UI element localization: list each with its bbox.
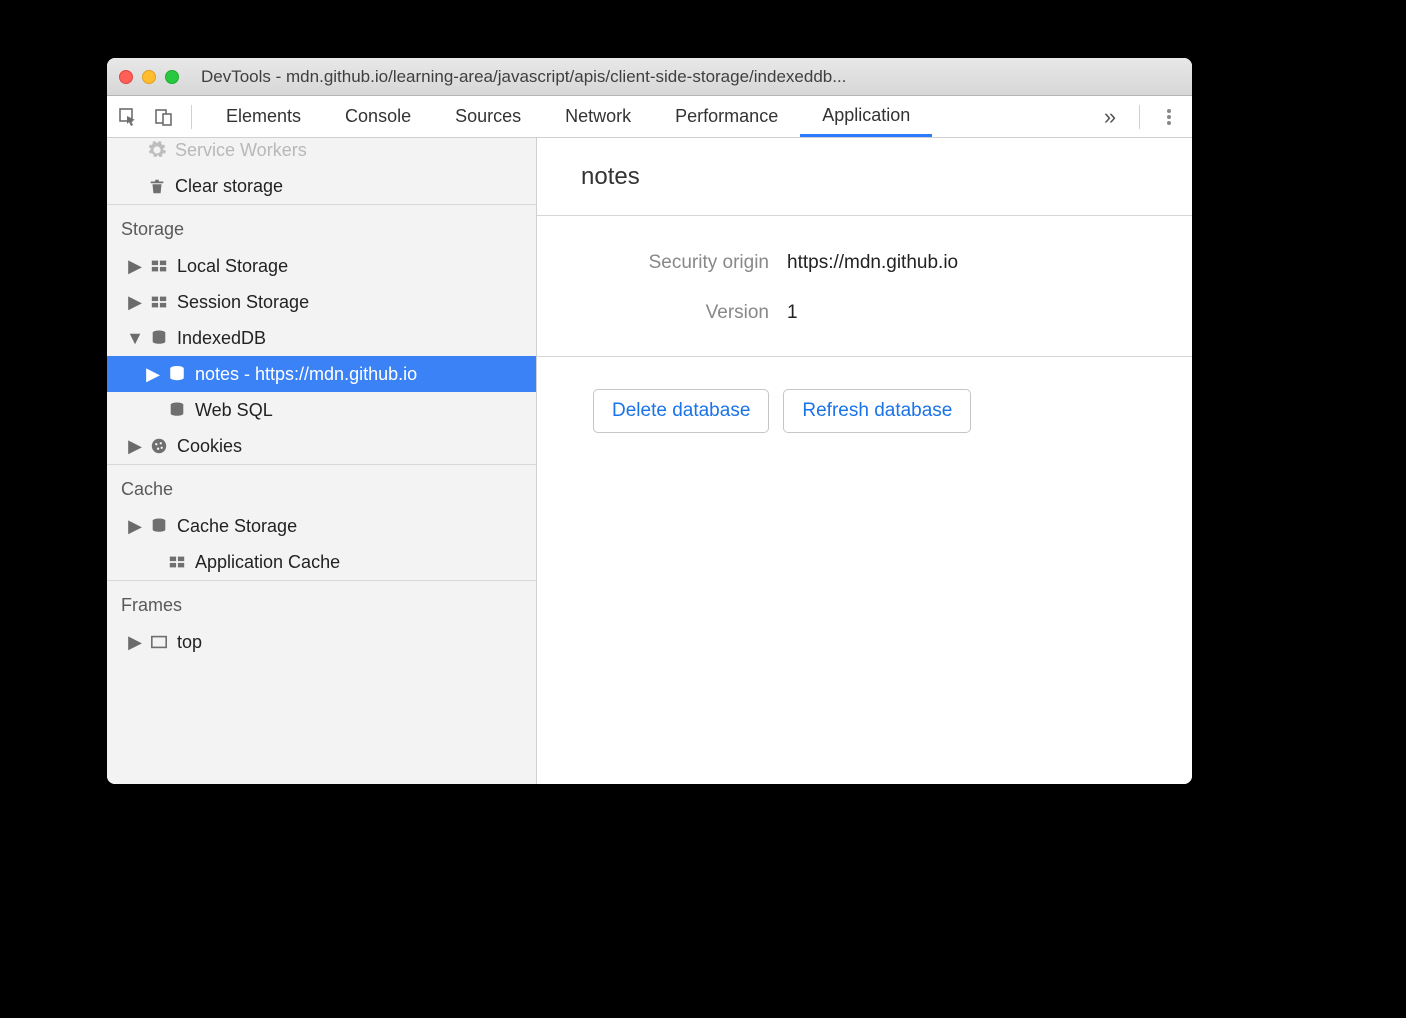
database-actions: Delete database Refresh database xyxy=(537,357,1192,433)
frame-icon xyxy=(149,632,169,652)
sidebar-item-indexeddb-notes[interactable]: ▶ notes - https://mdn.github.io xyxy=(107,356,536,392)
sidebar-item-local-storage[interactable]: ▶ Local Storage xyxy=(107,248,536,284)
window-controls xyxy=(119,70,179,84)
device-toggle-icon[interactable] xyxy=(149,102,179,132)
application-sidebar: Service Workers Clear storage Storage ▶ … xyxy=(107,138,537,784)
tab-application[interactable]: Application xyxy=(800,96,932,137)
chevron-right-icon: ▶ xyxy=(147,364,159,385)
tab-elements[interactable]: Elements xyxy=(204,96,323,137)
delete-database-button[interactable]: Delete database xyxy=(593,389,769,433)
toolbar-separator xyxy=(1139,105,1140,129)
panel-body: Service Workers Clear storage Storage ▶ … xyxy=(107,138,1192,784)
trash-icon xyxy=(147,176,167,196)
tabs-overflow-icon[interactable]: » xyxy=(1093,104,1127,130)
sidebar-item-clear-storage[interactable]: Clear storage xyxy=(107,168,536,204)
zoom-icon[interactable] xyxy=(165,70,179,84)
sidebar-item-label: Web SQL xyxy=(195,400,273,421)
refresh-database-button[interactable]: Refresh database xyxy=(783,389,971,433)
chevron-down-icon: ▼ xyxy=(129,328,141,349)
menu-icon[interactable] xyxy=(1152,107,1186,127)
sidebar-item-application-cache[interactable]: Application Cache xyxy=(107,544,536,580)
sidebar-section-frames: Frames xyxy=(107,580,536,624)
kv-value: https://mdn.github.io xyxy=(787,252,958,274)
sidebar-item-label: notes - https://mdn.github.io xyxy=(195,364,417,385)
chevron-right-icon: ▶ xyxy=(129,256,141,277)
database-icon xyxy=(149,516,169,536)
cookie-icon xyxy=(149,436,169,456)
sidebar-section-cache: Cache xyxy=(107,464,536,508)
tab-console[interactable]: Console xyxy=(323,96,433,137)
grid-icon xyxy=(167,552,187,572)
sidebar-item-indexeddb[interactable]: ▼ IndexedDB xyxy=(107,320,536,356)
sidebar-item-label: Cookies xyxy=(177,436,242,457)
sidebar-item-service-workers[interactable]: Service Workers xyxy=(107,138,536,168)
database-title: notes xyxy=(537,138,1192,216)
close-icon[interactable] xyxy=(119,70,133,84)
inspect-icon[interactable] xyxy=(113,102,143,132)
panel-tabs: Elements Console Sources Network Perform… xyxy=(204,96,1087,137)
sidebar-item-websql[interactable]: Web SQL xyxy=(107,392,536,428)
window-title: DevTools - mdn.github.io/learning-area/j… xyxy=(201,67,1180,87)
chevron-right-icon: ▶ xyxy=(129,436,141,457)
kv-row-security-origin: Security origin https://mdn.github.io xyxy=(577,252,1152,274)
kv-key: Version xyxy=(577,302,787,324)
devtools-window: DevTools - mdn.github.io/learning-area/j… xyxy=(107,58,1192,784)
sidebar-section-storage: Storage xyxy=(107,204,536,248)
sidebar-item-label: Clear storage xyxy=(175,176,283,197)
database-icon xyxy=(167,364,187,384)
kv-row-version: Version 1 xyxy=(577,302,1152,324)
chevron-right-icon: ▶ xyxy=(129,632,141,653)
main-content: notes Security origin https://mdn.github… xyxy=(537,138,1192,784)
tab-network[interactable]: Network xyxy=(543,96,653,137)
sidebar-item-label: top xyxy=(177,632,202,653)
sidebar-item-cache-storage[interactable]: ▶ Cache Storage xyxy=(107,508,536,544)
sidebar-item-label: Cache Storage xyxy=(177,516,297,537)
chevron-right-icon: ▶ xyxy=(129,516,141,537)
grid-icon xyxy=(149,292,169,312)
grid-icon xyxy=(149,256,169,276)
database-icon xyxy=(149,328,169,348)
kv-key: Security origin xyxy=(577,252,787,274)
tab-performance[interactable]: Performance xyxy=(653,96,800,137)
sidebar-item-label: IndexedDB xyxy=(177,328,266,349)
minimize-icon[interactable] xyxy=(142,70,156,84)
sidebar-item-label: Local Storage xyxy=(177,256,288,277)
sidebar-item-label: Session Storage xyxy=(177,292,309,313)
database-details: Security origin https://mdn.github.io Ve… xyxy=(537,216,1192,357)
sidebar-item-label: Service Workers xyxy=(175,140,307,161)
kv-value: 1 xyxy=(787,302,798,324)
tab-sources[interactable]: Sources xyxy=(433,96,543,137)
sidebar-item-session-storage[interactable]: ▶ Session Storage xyxy=(107,284,536,320)
sidebar-item-frame-top[interactable]: ▶ top xyxy=(107,624,536,660)
toolbar-separator xyxy=(191,105,192,129)
chevron-right-icon: ▶ xyxy=(129,292,141,313)
sidebar-item-label: Application Cache xyxy=(195,552,340,573)
devtools-toolbar: Elements Console Sources Network Perform… xyxy=(107,96,1192,138)
sidebar-item-cookies[interactable]: ▶ Cookies xyxy=(107,428,536,464)
gear-icon xyxy=(147,140,167,160)
titlebar: DevTools - mdn.github.io/learning-area/j… xyxy=(107,58,1192,96)
database-icon xyxy=(167,400,187,420)
